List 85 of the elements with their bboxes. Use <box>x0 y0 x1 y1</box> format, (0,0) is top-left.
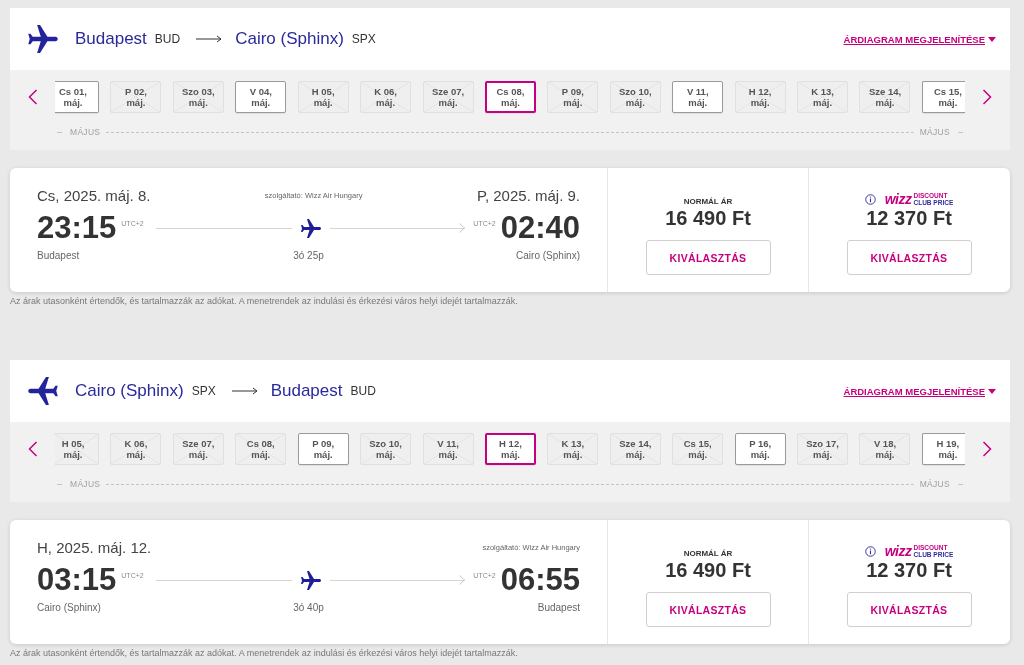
select-button[interactable]: KIVÁLASZTÁS <box>846 592 972 627</box>
date-chip[interactable]: V 11, máj. <box>422 433 474 465</box>
fare-price: 16 490 Ft <box>665 206 751 230</box>
arrival-time: 02:40 <box>500 211 580 245</box>
origin-code: BUD <box>154 32 181 46</box>
select-button[interactable]: KIVÁLASZTÁS <box>645 240 771 275</box>
chevron-left-icon[interactable] <box>28 441 38 457</box>
date-chip[interactable]: Sze 07, máj. <box>422 81 474 113</box>
date-chip[interactable]: K 13, máj. <box>547 433 599 465</box>
caret-icon[interactable] <box>988 36 996 42</box>
date-chip[interactable]: K 06, máj. <box>360 81 412 113</box>
airplane-icon <box>28 377 58 405</box>
departure-date: H, 2025. máj. 12. <box>37 538 152 556</box>
date-chip[interactable]: Szo 10, máj. <box>609 81 661 113</box>
date-chip[interactable]: H 19, máj. <box>921 433 965 465</box>
date-chip[interactable]: P 16, máj. <box>734 433 786 465</box>
date-chip[interactable]: P 09, máj. <box>297 433 349 465</box>
departure-date: Cs, 2025. máj. 8. <box>37 186 151 204</box>
airplane-icon <box>300 570 321 590</box>
origin-name: Budapest <box>37 250 81 261</box>
date-chip[interactable]: Cs 08, máj. <box>484 81 536 113</box>
arrow-icon <box>231 387 258 395</box>
club-logo: wizz <box>884 191 912 207</box>
origin-name: Cairo (Sphinx) <box>37 602 102 613</box>
chevron-left-icon[interactable] <box>28 89 38 105</box>
date-chip[interactable]: Cs 08, máj. <box>235 433 287 465</box>
origin-city: Cairo (Sphinx) <box>75 381 184 401</box>
arrival-time: 06:55 <box>500 563 580 597</box>
caret-icon[interactable] <box>988 388 996 394</box>
date-chip[interactable]: V 04, máj. <box>235 81 287 113</box>
price-note: Az árak utasonként értendők, és tartalmazzák az adókat. A menetrendek az indulási és érkezési város helyi idejét tartalmazzák. <box>10 296 519 306</box>
club-logo: wizz <box>884 543 912 559</box>
chevron-right-icon[interactable] <box>982 441 992 457</box>
airplane-icon <box>300 218 321 238</box>
destination-city: Cairo (Sphinx) <box>235 29 344 49</box>
flight-duration: 3ó 25p <box>293 250 324 261</box>
date-chip[interactable]: V 11, máj. <box>672 81 724 113</box>
airplane-icon <box>28 25 58 53</box>
date-chip[interactable]: H 12, máj. <box>734 81 786 113</box>
select-button[interactable]: KIVÁLASZTÁS <box>645 592 771 627</box>
destination-city: Budapest <box>270 381 343 401</box>
date-chip[interactable]: Cs 15, máj. <box>672 433 724 465</box>
fare-price: 16 490 Ft <box>665 558 751 582</box>
date-chip[interactable]: Sze 07, máj. <box>172 433 224 465</box>
fare-price: 12 370 Ft <box>866 558 952 582</box>
price-note: Az árak utasonként értendők, és tartalmazzák az adókat. A menetrendek az indulási és érkezési város helyi idejét tartalmazzák. <box>10 648 519 658</box>
month-label: MÁJUS <box>919 479 950 489</box>
select-button[interactable]: KIVÁLASZTÁS <box>846 240 972 275</box>
arrival-date: P, 2025. máj. 9. <box>476 186 580 204</box>
date-chip[interactable]: V 18, máj. <box>859 433 911 465</box>
fare-label: NORMÁL ÁR <box>683 548 733 558</box>
date-chip[interactable]: Szo 10, máj. <box>360 433 412 465</box>
departure-time: 03:15 <box>37 563 117 597</box>
fare-price: 12 370 Ft <box>866 206 952 230</box>
date-chip[interactable]: Szo 17, máj. <box>797 433 849 465</box>
info-icon[interactable] <box>864 545 876 557</box>
info-icon[interactable] <box>864 193 876 205</box>
month-label: MÁJUS <box>919 127 950 137</box>
date-chip[interactable]: Sze 14, máj. <box>609 433 661 465</box>
date-chip[interactable]: H 12, máj. <box>484 433 536 465</box>
date-chip[interactable]: Cs 01, máj. <box>55 81 99 113</box>
date-chip[interactable]: H 05, máj. <box>297 81 349 113</box>
arrow-icon <box>196 35 223 43</box>
date-chip[interactable]: Sze 14, máj. <box>859 81 911 113</box>
price-chart-link[interactable]: ÁRDIAGRAM MEGJELENÍTÉSE <box>843 385 996 397</box>
departure-time: 23:15 <box>37 211 117 245</box>
month-label: MÁJUS <box>70 479 101 489</box>
date-chip[interactable]: K 13, máj. <box>797 81 849 113</box>
fare-label: NORMÁL ÁR <box>683 196 733 206</box>
destination-name: Budapest <box>537 602 580 613</box>
chevron-right-icon[interactable] <box>982 89 992 105</box>
destination-name: Cairo (Sphinx) <box>516 250 580 261</box>
origin-code: SPX <box>191 384 216 398</box>
month-label: MÁJUS <box>70 127 101 137</box>
date-chip[interactable]: K 06, máj. <box>110 433 162 465</box>
date-chip[interactable]: P 02, máj. <box>110 81 162 113</box>
price-chart-link[interactable]: ÁRDIAGRAM MEGJELENÍTÉSE <box>843 33 996 45</box>
date-chip[interactable]: Cs 15, máj. <box>921 81 965 113</box>
date-chip[interactable]: P 09, máj. <box>547 81 599 113</box>
origin-city: Budapest <box>75 29 147 49</box>
flight-duration: 3ó 40p <box>293 602 324 613</box>
destination-code: BUD <box>350 384 376 398</box>
date-chip[interactable]: H 05, máj. <box>55 433 99 465</box>
destination-code: SPX <box>351 32 376 46</box>
date-chip[interactable]: Szo 03, máj. <box>172 81 224 113</box>
